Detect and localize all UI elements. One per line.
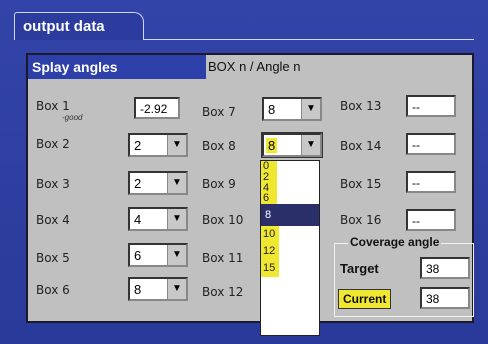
target-label: Target (340, 261, 379, 276)
box-3-label: Box 3 (36, 177, 70, 191)
box-5-label: Box 5 (36, 251, 70, 265)
box-6-select[interactable]: 8 ▼ (128, 277, 188, 301)
box-16-label: Box 16 (340, 213, 382, 227)
target-field[interactable]: 38 (420, 257, 470, 279)
box-5-select[interactable]: 6 ▼ (128, 243, 188, 267)
box-13-field[interactable]: -- (406, 95, 456, 117)
dropdown-arrow-icon[interactable]: ▼ (167, 279, 186, 299)
box-4-label: Box 4 (36, 213, 70, 227)
box-5-value: 6 (134, 248, 142, 263)
current-label: Current (338, 289, 392, 309)
tab-divider (144, 39, 474, 40)
box-1-sublabel: -good (62, 113, 83, 122)
box-8-dropdown-list[interactable]: 0 2 4 6 8 10 12 15 (260, 160, 320, 336)
box-10-label: Box 10 (202, 213, 244, 227)
box-3-value: 2 (134, 176, 142, 191)
box-12-label: Box 12 (202, 285, 244, 299)
splay-angles-panel: Splay angles BOX n / Angle n Box 1 -good… (26, 53, 474, 323)
box-3-select[interactable]: 2 ▼ (128, 171, 188, 195)
box-2-label: Box 2 (36, 137, 70, 151)
box-7-select[interactable]: 8 ▼ (262, 97, 322, 121)
dropdown-arrow-icon[interactable]: ▼ (301, 135, 320, 155)
box-15-label: Box 15 (340, 177, 382, 191)
dropdown-arrow-icon[interactable]: ▼ (167, 209, 186, 229)
dropdown-arrow-icon[interactable]: ▼ (301, 99, 320, 119)
box-9-label: Box 9 (202, 177, 236, 191)
dropdown-option[interactable]: 2 (261, 171, 277, 183)
box-8-select[interactable]: 8 ▼ (261, 132, 323, 158)
box-14-label: Box 14 (340, 139, 382, 153)
tab-output-data[interactable]: output data (14, 12, 144, 40)
box-13-label: Box 13 (340, 99, 382, 113)
box-11-label: Box 11 (202, 251, 244, 265)
dropdown-option-selected[interactable]: 8 (261, 204, 319, 227)
box-1-label: Box 1 (36, 99, 70, 113)
box-7-value: 8 (268, 102, 276, 117)
box-4-select[interactable]: 4 ▼ (128, 207, 188, 231)
box-8-label: Box 8 (202, 139, 236, 153)
dropdown-option[interactable]: 10 (261, 226, 279, 244)
box-15-field[interactable]: -- (406, 171, 456, 193)
dropdown-option[interactable]: 12 (261, 243, 279, 261)
box-6-label: Box 6 (36, 283, 70, 297)
panel-subtitle: BOX n / Angle n (206, 55, 472, 79)
box-2-select[interactable]: 2 ▼ (128, 133, 188, 157)
dropdown-option[interactable]: 6 (261, 193, 277, 205)
box-6-value: 8 (134, 282, 142, 297)
coverage-angle-title: Coverage angle (348, 235, 442, 249)
box-14-field[interactable]: -- (406, 133, 456, 155)
dropdown-option[interactable]: 15 (261, 260, 279, 278)
panel-title: Splay angles (32, 59, 118, 75)
dropdown-arrow-icon[interactable]: ▼ (167, 173, 186, 193)
window-frame: output data Splay angles BOX n / Angle n… (0, 0, 488, 344)
panel-header: Splay angles BOX n / Angle n (28, 55, 472, 79)
box-16-field[interactable]: -- (406, 209, 456, 231)
dropdown-arrow-icon[interactable]: ▼ (167, 135, 186, 155)
dropdown-arrow-icon[interactable]: ▼ (167, 245, 186, 265)
box-4-value: 4 (134, 212, 142, 227)
current-field[interactable]: 38 (420, 287, 470, 309)
box-1-field[interactable]: -2.92 (134, 97, 180, 119)
box-7-label: Box 7 (202, 105, 236, 119)
box-2-value: 2 (134, 138, 142, 153)
box-8-value: 8 (266, 138, 278, 153)
